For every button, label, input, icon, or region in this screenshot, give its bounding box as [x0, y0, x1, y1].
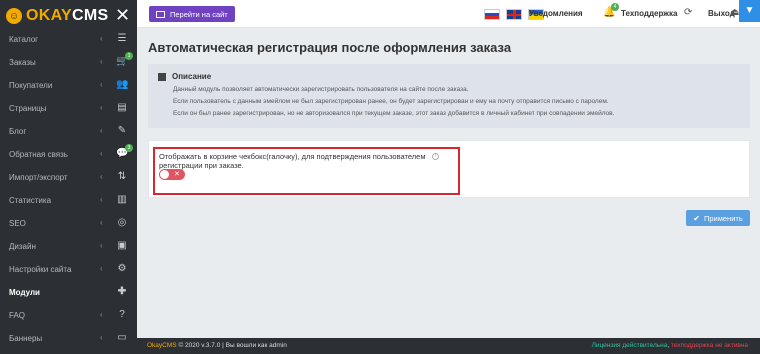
- book-icon: [158, 72, 166, 81]
- sidebar-item-label: Баннеры: [9, 334, 43, 343]
- chevron-left-icon: ‹: [100, 264, 103, 273]
- gear-icon: ⚙: [117, 263, 127, 274]
- sidebar-item-label: Покупатели: [9, 81, 53, 90]
- refresh-icon[interactable]: ⟳: [684, 7, 692, 18]
- sidebar-item[interactable]: Заказы ‹ 🛒 1: [0, 51, 137, 74]
- notifications-link[interactable]: Уведомления: [529, 9, 583, 18]
- apply-button[interactable]: ✔ Применить: [686, 210, 750, 226]
- sidebar-item[interactable]: Покупатели ‹ 👥: [0, 74, 137, 97]
- sidebar-item-label: Модули: [9, 288, 40, 297]
- license-status: Лицензия действительна: [591, 342, 668, 349]
- flag-en-icon[interactable]: [506, 9, 522, 20]
- support-link[interactable]: Техподдержка: [621, 9, 677, 18]
- sidebar-item[interactable]: FAQ ‹?: [0, 304, 137, 327]
- chevron-left-icon: ‹: [100, 310, 103, 319]
- sidebar-item[interactable]: Импорт/экспорт ‹ ⇅: [0, 166, 137, 189]
- support-status: техподдержка не активна: [671, 342, 748, 349]
- sidebar-item-label: Каталог: [9, 35, 39, 44]
- sidebar-item-label: FAQ: [9, 311, 26, 320]
- description-line: Если пользователь с данным эмейлом не бы…: [173, 98, 609, 105]
- chevron-left-icon: ‹: [100, 218, 103, 227]
- sidebar-menu: Каталог ‹ ☰ Заказы ‹ 🛒 1 Покупатели ‹ 👥 Страницы ‹ ▤…: [0, 28, 137, 350]
- sidebar-item[interactable]: Баннеры ‹ ▭: [0, 327, 137, 350]
- chevron-down-icon[interactable]: ▼: [739, 0, 760, 22]
- description-card: Описание Данный модуль позволяет автомат…: [148, 64, 750, 128]
- apply-label: Применить: [703, 213, 743, 223]
- chevron-left-icon: ‹: [100, 57, 103, 66]
- chevron-left-icon: ‹: [100, 149, 103, 158]
- sidebar-item[interactable]: Обратная связь ‹ 💬 3: [0, 143, 137, 166]
- sidebar-item-label: Блог: [9, 127, 27, 136]
- go-to-site-label: Перейти на сайт: [170, 9, 228, 19]
- target-icon: ◎: [117, 217, 127, 228]
- chevron-left-icon: ‹: [100, 103, 103, 112]
- sidebar-item[interactable]: Страницы ‹ ▤: [0, 97, 137, 120]
- footer: OkayCMS © 2020 v.3.7.0 | Вы вошли как ad…: [137, 338, 760, 354]
- chevron-left-icon: ‹: [100, 34, 103, 43]
- footer-copyright: © 2020 v.3.7.0 | Вы вошли как admin: [178, 342, 287, 349]
- sidebar-item[interactable]: Статистика ‹ ▥: [0, 189, 137, 212]
- design-icon: ▣: [117, 240, 127, 251]
- flag-ru-icon[interactable]: [484, 9, 500, 20]
- logo-icon: ☺: [6, 8, 22, 24]
- banner-icon: ▭: [117, 332, 127, 343]
- sidebar-item[interactable]: Каталог ‹ ☰: [0, 28, 137, 51]
- chevron-left-icon: ‹: [100, 80, 103, 89]
- chevron-left-icon: ‹: [100, 126, 103, 135]
- confirm-registration-toggle[interactable]: ✕: [159, 169, 185, 180]
- sidebar-item[interactable]: Модули ✚: [0, 281, 137, 304]
- description-line: Если он был ранее зарегистрирован, но не…: [173, 110, 615, 117]
- list-icon: ☰: [117, 33, 127, 44]
- sidebar-item-label: Обратная связь: [9, 150, 68, 159]
- toggle-knob: [160, 170, 169, 179]
- sidebar-item[interactable]: Блог ‹ ✎: [0, 120, 137, 143]
- sidebar-item-label: Импорт/экспорт: [9, 173, 68, 182]
- page-title: Автоматическая регистрация после оформле…: [148, 40, 512, 55]
- question-icon: ?: [119, 309, 125, 320]
- description-heading: Описание: [172, 72, 212, 81]
- sidebar-item[interactable]: Настройки сайта ‹ ⚙: [0, 258, 137, 281]
- sidebar-item-label: SEO: [9, 219, 26, 228]
- checkbox-setting-label: Отображать в корзине чекбокс(галочку), д…: [159, 152, 426, 170]
- users-icon: 👥: [116, 79, 129, 90]
- notifications-badge: 4: [611, 3, 619, 11]
- import-export-icon: ⇅: [117, 171, 127, 182]
- sidebar-item-label: Заказы: [9, 58, 36, 67]
- description-line: Данный модуль позволяет автоматически за…: [173, 86, 469, 93]
- pencil-icon: ✎: [117, 125, 127, 136]
- page-icon: ▤: [117, 102, 127, 113]
- chevron-left-icon: ‹: [100, 195, 103, 204]
- puzzle-icon: ✚: [117, 286, 127, 297]
- check-icon: ✔: [693, 213, 700, 223]
- sidebar-item-label: Страницы: [9, 104, 47, 113]
- logo-okay: OKAY: [26, 7, 72, 24]
- footer-brand[interactable]: OkayCMS: [147, 342, 177, 349]
- sidebar-item-label: Статистика: [9, 196, 52, 205]
- close-sidebar-icon[interactable]: ✕: [115, 6, 130, 24]
- monitor-icon: [156, 10, 165, 18]
- sidebar-item-label: Настройки сайта: [9, 265, 72, 274]
- sidebar-item-label: Дизайн: [9, 242, 36, 251]
- sidebar-item[interactable]: SEO ‹ ◎: [0, 212, 137, 235]
- chevron-left-icon: ‹: [100, 333, 103, 342]
- chevron-left-icon: ‹: [100, 172, 103, 181]
- top-header: Перейти на сайт Уведомления 🔔 4 Техподде…: [137, 0, 760, 28]
- toggle-off-icon: ✕: [174, 171, 180, 178]
- go-to-site-button[interactable]: Перейти на сайт: [149, 6, 235, 22]
- info-icon[interactable]: i: [432, 153, 439, 160]
- sidebar-item[interactable]: Дизайн ‹ ▣: [0, 235, 137, 258]
- sidebar: ☺ OKAYCMS ✕ Каталог ‹ ☰ Заказы ‹ 🛒 1 Покупатели…: [0, 0, 137, 354]
- count-badge: 1: [125, 52, 133, 60]
- chevron-left-icon: ‹: [100, 241, 103, 250]
- count-badge: 3: [125, 144, 133, 152]
- logo-cms: CMS: [71, 7, 109, 24]
- stats-icon: ▥: [117, 194, 127, 205]
